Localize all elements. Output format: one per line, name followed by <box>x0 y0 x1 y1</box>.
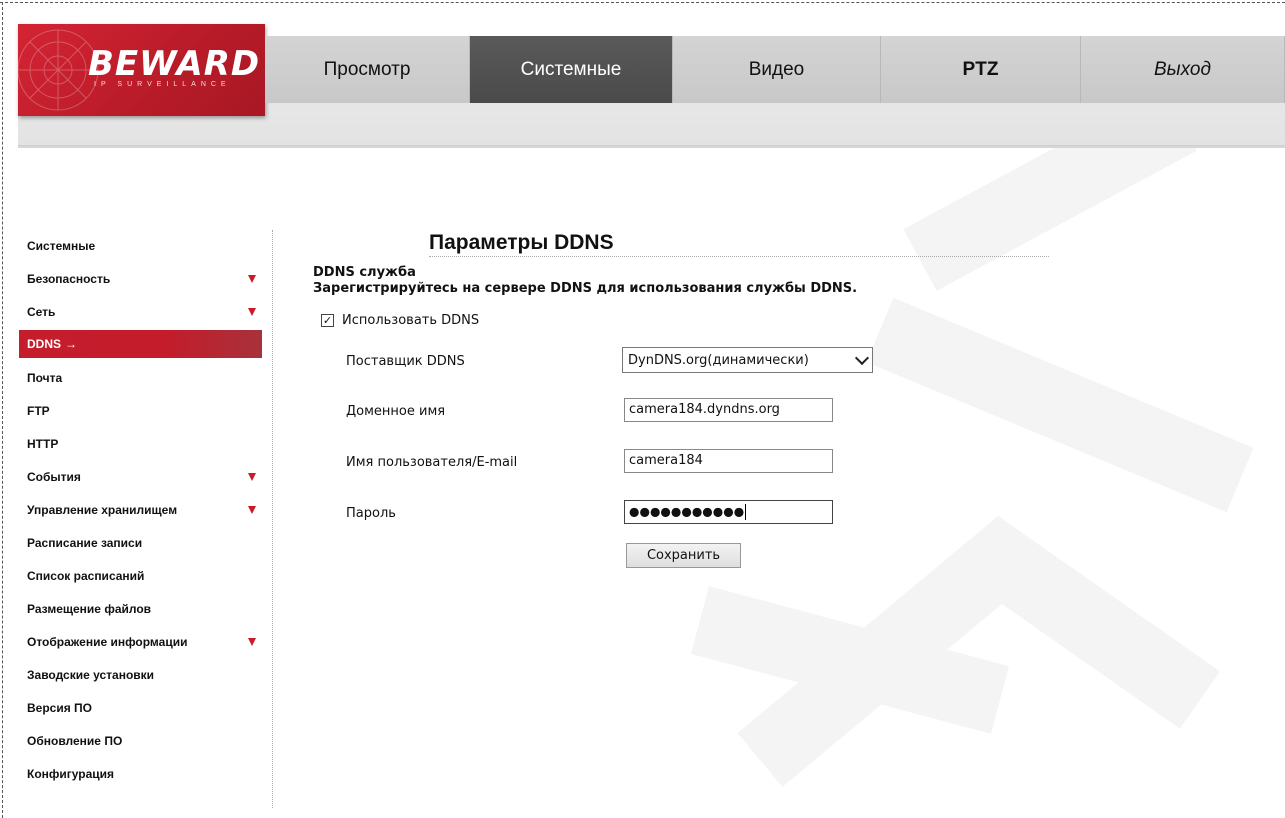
screenshot-border-top <box>0 2 1285 3</box>
tab-ptz[interactable]: PTZ <box>881 36 1081 103</box>
domain-name-input[interactable]: camera184.dyndns.org <box>624 398 833 422</box>
sidebar-item-ftp[interactable]: FTP <box>19 394 262 427</box>
expand-triangle-icon <box>248 472 256 481</box>
header-divider <box>18 146 1285 148</box>
tab-view[interactable]: Просмотр <box>265 36 470 103</box>
sidebar-item-label: Почта <box>27 370 63 385</box>
sidebar: Системные Безопасность Сеть DDNS → Почта … <box>19 229 262 790</box>
use-ddns-label: Использовать DDNS <box>342 313 480 328</box>
sidebar-item-file-location[interactable]: Размещение файлов <box>19 592 262 625</box>
title-underline <box>429 256 1049 257</box>
chevron-down-icon <box>854 350 870 365</box>
sidebar-item-http[interactable]: HTTP <box>19 427 262 460</box>
username-input[interactable]: camera184 <box>624 449 833 473</box>
sidebar-item-label: HTTP <box>27 436 59 451</box>
sidebar-item-label: Обновление ПО <box>27 733 123 748</box>
sidebar-item-factory-defaults[interactable]: Заводские установки <box>19 658 262 691</box>
logo-subtitle: IP SURVEILLANCE <box>94 81 231 88</box>
sidebar-item-label: FTP <box>27 403 50 418</box>
provider-selected-value: DynDNS.org(динамически) <box>628 352 809 368</box>
username-label: Имя пользователя/E-mail <box>346 455 518 470</box>
sidebar-item-mail[interactable]: Почта <box>19 361 262 394</box>
expand-triangle-icon <box>248 274 256 283</box>
tab-logout[interactable]: Выход <box>1081 36 1285 103</box>
sidebar-item-label: Список расписаний <box>27 568 145 583</box>
sidebar-item-schedule-list[interactable]: Список расписаний <box>19 559 262 592</box>
expand-triangle-icon <box>248 637 256 646</box>
sidebar-item-security[interactable]: Безопасность <box>19 262 262 295</box>
sidebar-item-label: DDNS <box>27 337 62 351</box>
sidebar-item-record-schedule[interactable]: Расписание записи <box>19 526 262 559</box>
tab-video[interactable]: Видео <box>673 36 881 103</box>
sidebar-item-label: Размещение файлов <box>27 601 152 616</box>
sidebar-item-network[interactable]: Сеть <box>19 295 262 328</box>
sidebar-item-label: Версия ПО <box>27 700 93 715</box>
use-ddns-checkbox[interactable]: ✓ <box>321 314 334 327</box>
tab-system[interactable]: Системные <box>470 36 673 103</box>
sidebar-item-label: События <box>27 469 81 484</box>
sidebar-item-configuration[interactable]: Конфигурация <box>19 757 262 790</box>
provider-label: Поставщик DDNS <box>346 354 465 369</box>
sidebar-item-storage[interactable]: Управление хранилищем <box>19 493 262 526</box>
sidebar-divider <box>272 230 273 808</box>
sidebar-item-events[interactable]: События <box>19 460 262 493</box>
sidebar-item-ddns[interactable]: DDNS → <box>19 330 262 358</box>
sidebar-item-label: Управление хранилищем <box>27 502 178 517</box>
beward-logo[interactable]: BEWARD IP SURVEILLANCE <box>18 24 265 116</box>
sidebar-item-firmware-version[interactable]: Версия ПО <box>19 691 262 724</box>
text-cursor <box>745 504 747 520</box>
sidebar-item-system[interactable]: Системные <box>19 229 262 262</box>
screenshot-border-left <box>2 2 3 818</box>
ddns-provider-select[interactable]: DynDNS.org(динамически) <box>622 347 873 373</box>
page-title: Параметры DDNS <box>429 231 614 254</box>
logo-brand-text: BEWARD <box>88 44 261 84</box>
sidebar-item-label: Безопасность <box>27 271 111 286</box>
password-masked-value: ●●●●●●●●●●● <box>629 504 745 519</box>
sidebar-item-label: Сеть <box>27 304 56 319</box>
sidebar-item-label: Конфигурация <box>27 766 115 781</box>
sidebar-item-firmware-update[interactable]: Обновление ПО <box>19 724 262 757</box>
top-navigation: Просмотр Системные Видео PTZ Выход <box>265 36 1285 103</box>
sidebar-item-label: Заводские установки <box>27 667 155 682</box>
password-input[interactable]: ●●●●●●●●●●● <box>624 500 833 524</box>
sidebar-item-label: Расписание записи <box>27 535 143 550</box>
section-heading: DDNS служба <box>313 265 416 280</box>
sidebar-item-label: Системные <box>27 238 96 253</box>
password-label: Пароль <box>346 506 396 521</box>
save-button[interactable]: Сохранить <box>626 543 741 568</box>
use-ddns-row: ✓ Использовать DDNS <box>321 313 479 328</box>
expand-triangle-icon <box>248 307 256 316</box>
arrow-right-icon: → <box>65 337 78 351</box>
domain-label: Доменное имя <box>346 404 446 419</box>
section-description: Зарегистрируйтесь на сервере DDNS для ис… <box>313 281 858 296</box>
sidebar-item-info-display[interactable]: Отображение информации <box>19 625 262 658</box>
expand-triangle-icon <box>248 505 256 514</box>
sidebar-item-label: Отображение информации <box>27 634 188 649</box>
